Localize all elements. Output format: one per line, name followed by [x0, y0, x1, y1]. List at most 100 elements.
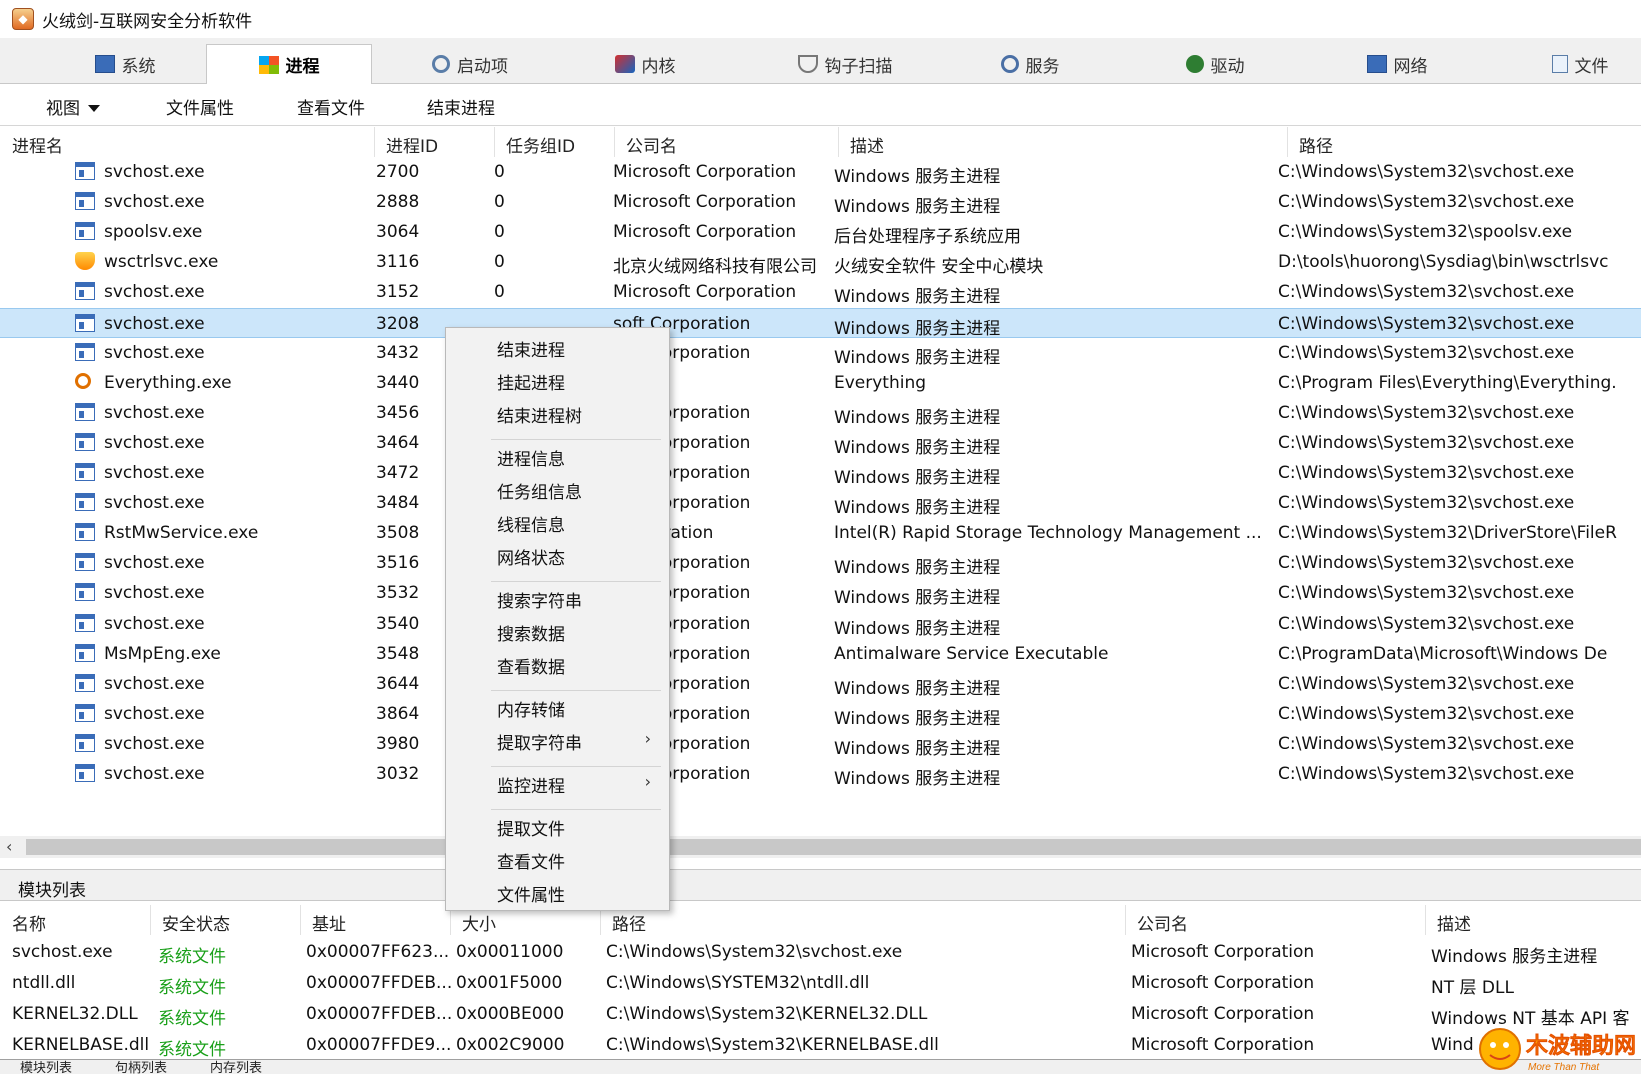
process-row[interactable]: svchost.exe 2700 0 Microsoft Corporation Win…	[0, 157, 1641, 187]
column-divider[interactable]	[374, 127, 375, 157]
column-divider[interactable]	[494, 127, 495, 157]
process-row[interactable]: svchost.exe 3864 soft Corporation Windows 服…	[0, 699, 1641, 729]
module-row[interactable]: ntdll.dll 系统文件 0x00007FFDEB... 0x001F5000 C:…	[0, 968, 1641, 999]
col-header-module-description[interactable]: 描述	[1437, 910, 1471, 935]
tab-hook-scan[interactable]: 钩子扫描	[775, 44, 915, 84]
col-header-group-id[interactable]: 任务组ID	[506, 132, 575, 157]
tab-system[interactable]: 系统	[60, 44, 190, 84]
view-file-button[interactable]: 查看文件	[297, 94, 365, 119]
process-row[interactable]: wsctrlsvc.exe 3116 0 北京火绒网络科技有限公司 火绒安全软件 安全中…	[0, 247, 1641, 277]
context-menu-item[interactable]: 线程信息	[497, 511, 565, 536]
scrollbar-thumb[interactable]	[26, 839, 1641, 855]
column-divider[interactable]	[1125, 905, 1126, 935]
column-divider[interactable]	[300, 905, 301, 935]
process-name-cell: svchost.exe	[104, 162, 205, 182]
tab-process[interactable]: 进程	[206, 44, 372, 85]
end-process-button[interactable]: 结束进程	[427, 94, 495, 119]
col-header-name[interactable]: 进程名	[12, 132, 63, 157]
column-divider[interactable]	[614, 127, 615, 157]
col-header-size[interactable]: 大小	[462, 910, 496, 935]
col-header-module-name[interactable]: 名称	[12, 910, 46, 935]
column-divider[interactable]	[838, 127, 839, 157]
process-row[interactable]: svchost.exe 3644 soft Corporation Windows 服…	[0, 669, 1641, 699]
context-menu-item[interactable]: 结束进程	[497, 336, 565, 361]
process-name-cell: svchost.exe	[104, 463, 205, 483]
watermark-text: 木波辅助网	[1525, 1033, 1636, 1058]
module-company-cell: Microsoft Corporation	[1131, 1004, 1315, 1024]
site-watermark-logo: 木波辅助网 More Than That	[1476, 1015, 1641, 1074]
bottom-tab-handles[interactable]: 句柄列表	[115, 1062, 167, 1074]
windows-app-icon	[75, 343, 95, 361]
module-name-cell: KERNEL32.DLL	[12, 1004, 138, 1024]
process-row[interactable]: svchost.exe 3032 soft Corporation Windows 服…	[0, 759, 1641, 789]
process-row[interactable]: svchost.exe 3208 soft Corporation Windows 服…	[0, 308, 1641, 339]
tab-file[interactable]: 文件	[1525, 44, 1635, 84]
process-row[interactable]: svchost.exe 3464 soft Corporation Windows 服…	[0, 428, 1641, 458]
context-menu-item[interactable]: 提取字符串	[497, 729, 582, 754]
col-header-security-status[interactable]: 安全状态	[162, 910, 230, 935]
process-company-cell: Microsoft Corporation	[613, 192, 797, 212]
context-menu-item[interactable]: 任务组信息	[497, 478, 582, 503]
tab-network[interactable]: 网络	[1342, 44, 1452, 84]
context-menu-item[interactable]: 查看数据	[497, 653, 565, 678]
context-menu-item[interactable]: 提取文件	[497, 815, 565, 840]
process-row[interactable]: svchost.exe 3152 0 Microsoft Corporation Win…	[0, 277, 1641, 307]
bottom-tab-modules[interactable]: 模块列表	[20, 1062, 72, 1074]
tab-kernel[interactable]: 内核	[590, 44, 700, 84]
col-header-pid[interactable]: 进程ID	[386, 132, 438, 157]
context-menu-item[interactable]: 查看文件	[497, 848, 565, 873]
process-row[interactable]: spoolsv.exe 3064 0 Microsoft Corporation 后台处…	[0, 217, 1641, 247]
column-divider[interactable]	[1425, 905, 1426, 935]
context-menu-item[interactable]: 网络状态	[497, 544, 565, 569]
process-name-cell: svchost.exe	[104, 433, 205, 453]
module-row[interactable]: KERNELBASE.dll 系统文件 0x00007FFDE9... 0x002C9…	[0, 1030, 1641, 1057]
col-header-module-company[interactable]: 公司名	[1137, 910, 1188, 935]
col-header-base-address[interactable]: 基址	[312, 910, 346, 935]
process-row[interactable]: svchost.exe 3532 soft Corporation Windows 服…	[0, 578, 1641, 608]
tab-label: 服务	[1025, 56, 1060, 77]
context-menu-item[interactable]: 进程信息	[497, 445, 565, 470]
module-row[interactable]: svchost.exe 系统文件 0x00007FF623... 0x00011000…	[0, 937, 1641, 968]
process-row[interactable]: Everything.exe3440oolsEverythingC:\Progr…	[0, 368, 1641, 398]
context-menu-item[interactable]: 结束进程树	[497, 402, 582, 427]
process-row[interactable]: svchost.exe 3484 soft Corporation Windows 服…	[0, 488, 1641, 518]
context-menu-item[interactable]: 内存转储	[497, 696, 565, 721]
horizontal-scrollbar[interactable]: ‹	[0, 836, 1641, 858]
process-row[interactable]: svchost.exe 3980 soft Corporation Windows 服…	[0, 729, 1641, 759]
module-table-header: 名称 安全状态 基址 大小 路径 公司名 描述	[0, 905, 1641, 935]
process-row[interactable]: svchost.exe 3472 soft Corporation Windows 服…	[0, 458, 1641, 488]
tab-startup[interactable]: 启动项	[405, 44, 535, 84]
context-menu-item[interactable]: 监控进程	[497, 772, 565, 797]
col-header-description[interactable]: 描述	[850, 132, 884, 157]
col-header-module-path[interactable]: 路径	[612, 910, 646, 935]
process-row[interactable]: svchost.exe 3516 soft Corporation Windows 服…	[0, 548, 1641, 578]
col-header-path[interactable]: 路径	[1299, 132, 1333, 157]
tab-label: 系统	[121, 56, 156, 77]
context-menu-item[interactable]: 搜索数据	[497, 620, 565, 645]
context-menu-item[interactable]: 文件属性	[497, 881, 565, 906]
file-properties-button[interactable]: 文件属性	[166, 94, 234, 119]
module-row[interactable]: KERNEL32.DLL 系统文件 0x00007FFDEB... 0x000BE00…	[0, 999, 1641, 1030]
process-name-cell: svchost.exe	[104, 192, 205, 212]
process-row[interactable]: svchost.exe 3456 soft Corporation Windows 服…	[0, 398, 1641, 428]
col-header-company[interactable]: 公司名	[626, 132, 677, 157]
module-table-body: svchost.exe 系统文件 0x00007FF623... 0x00011000…	[0, 937, 1641, 1057]
process-row[interactable]: RstMwService.exe3508CorporationIntel(R) …	[0, 518, 1641, 548]
process-row[interactable]: svchost.exe 3432 soft Corporation Windows 服…	[0, 338, 1641, 368]
column-divider[interactable]	[1287, 127, 1288, 157]
windows-app-icon	[75, 162, 95, 180]
column-divider[interactable]	[150, 905, 151, 935]
scroll-left-arrow-icon[interactable]: ‹	[6, 837, 12, 856]
tab-driver[interactable]: 驱动	[1160, 44, 1270, 84]
process-row[interactable]: MsMpEng.exe 3548 soft Corporation Antimalwa…	[0, 639, 1641, 669]
context-menu-item[interactable]: 挂起进程	[497, 369, 565, 394]
tab-service[interactable]: 服务	[975, 44, 1085, 84]
windows-app-icon	[75, 734, 95, 752]
process-pid-cell: 3152	[376, 282, 420, 302]
context-menu-item[interactable]: 搜索字符串	[497, 587, 582, 612]
process-row[interactable]: svchost.exe 3540 soft Corporation Windows 服…	[0, 609, 1641, 639]
process-path-cell: C:\Windows\System32\spoolsv.exe	[1278, 222, 1573, 242]
process-row[interactable]: svchost.exe 2888 0 Microsoft Corporation Win…	[0, 187, 1641, 217]
view-menu-button[interactable]: 视图	[46, 94, 100, 119]
bottom-tab-memory[interactable]: 内存列表	[210, 1062, 262, 1074]
